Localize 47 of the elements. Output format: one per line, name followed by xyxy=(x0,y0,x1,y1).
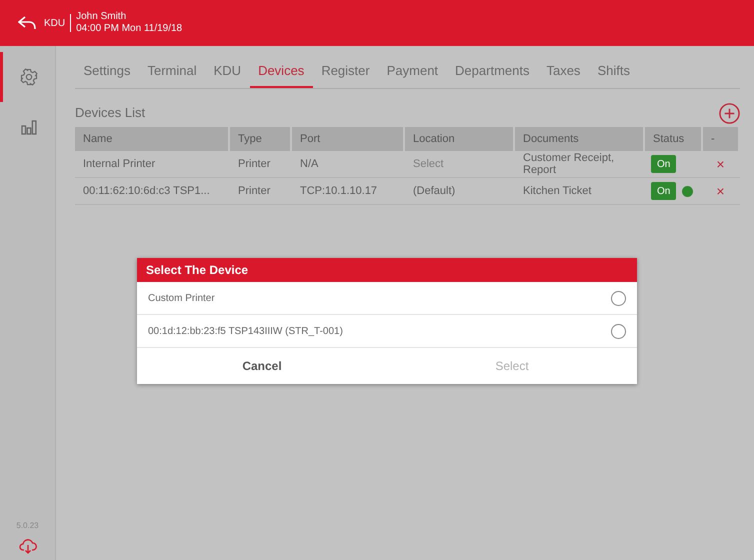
date-time: 04:00 PM Mon 11/19/18 xyxy=(76,23,182,35)
table-cell-text: Select xyxy=(412,158,445,170)
tab[interactable]: Payment xyxy=(378,56,447,88)
settings-icon xyxy=(20,68,38,86)
tab[interactable]: Taxes xyxy=(538,56,589,88)
column-header: Name xyxy=(75,127,228,151)
device-option[interactable]: 00:1d:12:bb:23:f5 TSP143IIIW (STR_T-001) xyxy=(137,315,637,348)
column-header: Type xyxy=(230,127,290,151)
table-cell-text: Kitchen Ticket xyxy=(522,185,592,197)
column-header: Documents xyxy=(515,127,643,151)
radio-button[interactable] xyxy=(611,324,626,338)
add-icon[interactable] xyxy=(719,102,740,124)
device-option[interactable]: Custom Printer xyxy=(137,282,637,315)
dialog-button[interactable]: Cancel xyxy=(137,348,387,384)
table-cell-text: TCP:10.1.10.17 xyxy=(299,185,378,197)
tab[interactable]: Devices xyxy=(250,56,313,88)
tab[interactable]: Shifts xyxy=(588,56,638,88)
option-label: Custom Printer xyxy=(148,292,215,306)
column-header: Status xyxy=(645,127,701,151)
status-toggle[interactable]: On xyxy=(651,182,676,200)
table-cell-text: 00:11:62:10:6d:c3 TSP1... xyxy=(82,185,211,197)
cloud-download-icon[interactable] xyxy=(18,538,36,554)
table-cell-text: Customer Receipt, Report xyxy=(522,152,616,176)
radio-button[interactable] xyxy=(611,290,626,306)
section-title: Devices List xyxy=(75,104,146,122)
tab[interactable]: KDU xyxy=(205,56,250,88)
column-header: - xyxy=(703,127,738,151)
table-cell-text: Printer xyxy=(237,185,272,197)
table-cell-text: N/A xyxy=(299,158,320,170)
bar-chart-icon xyxy=(21,119,37,135)
tab[interactable]: Departments xyxy=(446,56,538,88)
option-label: 00:1d:12:bb:23:f5 TSP143IIIW (STR_T-001) xyxy=(148,324,343,338)
header-label: KDU xyxy=(44,16,66,30)
tab[interactable]: Register xyxy=(312,56,378,88)
tab[interactable]: Terminal xyxy=(138,56,206,88)
delete-button[interactable]: × xyxy=(716,157,725,171)
table-cell-text: Printer xyxy=(237,158,272,170)
status-toggle[interactable]: On xyxy=(651,155,676,173)
tab[interactable]: Settings xyxy=(75,56,139,88)
back-icon[interactable] xyxy=(18,16,36,30)
user-name: John Smith xyxy=(76,11,128,23)
dialog-title: Select The Device xyxy=(146,262,248,279)
table-cell-text: Internal Printer xyxy=(82,158,156,170)
column-header: Location xyxy=(405,127,513,151)
column-header: Port xyxy=(292,127,403,151)
table-cell-text: (Default) xyxy=(412,185,456,197)
delete-button[interactable]: × xyxy=(716,184,725,198)
